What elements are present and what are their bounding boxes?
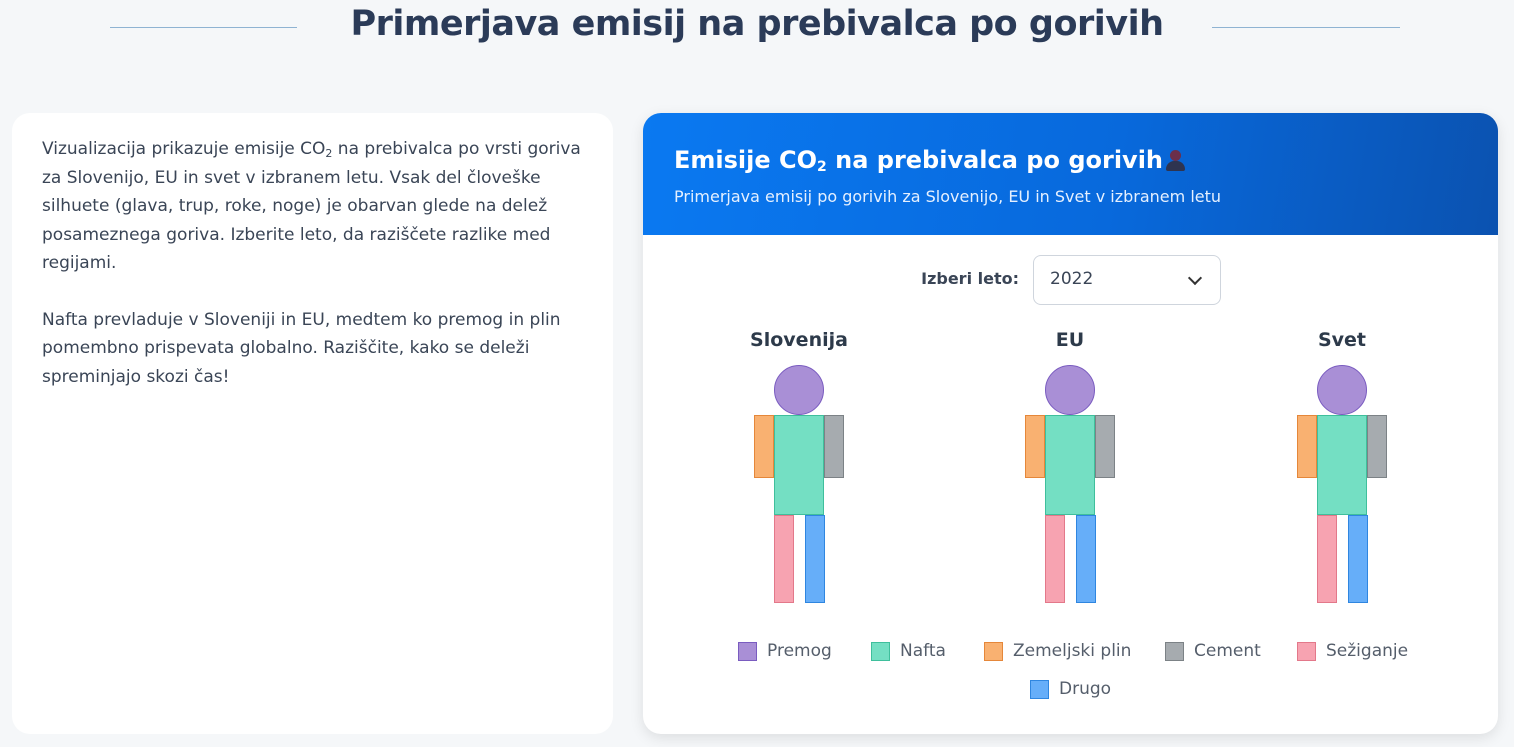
silhouette-left-leg[interactable] xyxy=(774,515,794,603)
card-header: Emisije CO2 na prebivalca po gorivih Pri… xyxy=(643,113,1498,235)
legend-swatch xyxy=(1165,642,1184,661)
silhouette-torso[interactable] xyxy=(774,415,824,515)
silhouette-torso[interactable] xyxy=(1045,415,1095,515)
region-eu: EU xyxy=(970,329,1170,609)
silhouette-right-leg[interactable] xyxy=(1348,515,1368,603)
legend-label: Drugo xyxy=(1059,679,1112,699)
legend-label: Zemeljski plin xyxy=(1013,641,1132,661)
chart-card: Emisije CO2 na prebivalca po gorivih Pri… xyxy=(643,113,1498,734)
region-name: EU xyxy=(1055,329,1085,351)
legend-label: Cement xyxy=(1194,641,1261,661)
intro-card: Vizualizacija prikazuje emisije CO2 na p… xyxy=(12,113,613,734)
silhouette-left-leg[interactable] xyxy=(1045,515,1065,603)
silhouette-left-arm[interactable] xyxy=(1297,415,1317,478)
silhouette-head[interactable] xyxy=(774,365,824,415)
region-svet: Svet xyxy=(1242,329,1442,609)
silhouette-left-leg[interactable] xyxy=(1317,515,1337,603)
legend-swatch xyxy=(871,642,890,661)
legend-swatch xyxy=(984,642,1003,661)
title-divider-right xyxy=(1212,27,1400,28)
silhouette-right-arm[interactable] xyxy=(824,415,844,478)
silhouette-torso[interactable] xyxy=(1317,415,1367,515)
legend-label: Premog xyxy=(767,641,832,661)
legend-swatch xyxy=(1030,680,1049,699)
card-subtitle: Primerjava emisij po gorivih za Slovenij… xyxy=(674,187,1222,206)
person-silhouette-icon xyxy=(1165,149,1186,171)
legend-label: Sežiganje xyxy=(1326,641,1409,661)
chevron-down-icon xyxy=(1187,270,1203,286)
region-name: Slovenija xyxy=(750,329,848,351)
legend-label: Nafta xyxy=(900,641,946,661)
page-title: Primerjava emisij na prebivalca po goriv… xyxy=(350,4,1164,44)
title-bar: Primerjava emisij na prebivalca po goriv… xyxy=(0,0,1514,60)
card-title: Emisije CO2 na prebivalca po gorivih xyxy=(674,145,1467,175)
silhouette-right-arm[interactable] xyxy=(1367,415,1387,478)
silhouette-head[interactable] xyxy=(1317,365,1367,415)
region-name: Svet xyxy=(1317,329,1367,351)
silhouette-head[interactable] xyxy=(1045,365,1095,415)
legend-swatch xyxy=(738,642,757,661)
region-slovenija: Slovenija xyxy=(699,329,899,609)
silhouette-left-arm[interactable] xyxy=(754,415,774,478)
silhouette-right-arm[interactable] xyxy=(1095,415,1115,478)
legend-swatch xyxy=(1297,642,1316,661)
intro-paragraph-2: Nafta prevladuje v Sloveniji in EU, medt… xyxy=(42,309,561,387)
year-selector-row: Izberi leto: 2022 xyxy=(643,255,1498,305)
silhouette-right-leg[interactable] xyxy=(805,515,825,603)
intro-paragraph-1: Vizualizacija prikazuje emisije CO2 na p… xyxy=(42,139,581,273)
year-select[interactable]: 2022 xyxy=(1033,255,1221,305)
silhouette-right-leg[interactable] xyxy=(1076,515,1096,603)
year-select-value: 2022 xyxy=(1050,269,1094,289)
silhouette-left-arm[interactable] xyxy=(1025,415,1045,478)
year-label: Izberi leto: xyxy=(921,269,1019,288)
